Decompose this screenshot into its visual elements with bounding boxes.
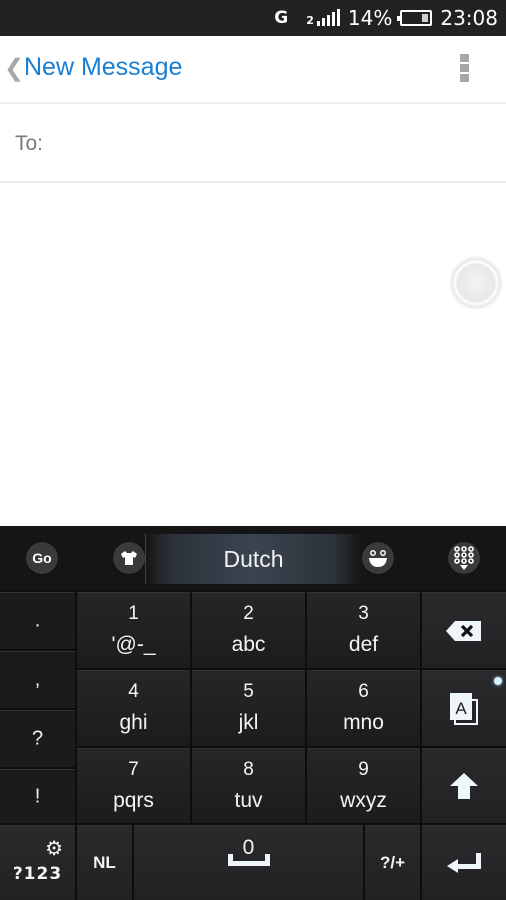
signal-icon: 2	[306, 9, 340, 26]
shift-key[interactable]	[422, 748, 506, 823]
space-key[interactable]: 0	[134, 825, 363, 900]
clock: 23:08	[440, 6, 498, 30]
page-title[interactable]: New Message	[24, 53, 182, 82]
key-1[interactable]: 1 '@-_	[77, 592, 190, 668]
key-period[interactable]: .	[0, 592, 75, 649]
emoji-icon[interactable]	[362, 542, 394, 574]
keyboard-layout-icon[interactable]	[448, 542, 480, 574]
key-exclamation[interactable]: !	[0, 769, 75, 823]
language-label: Dutch	[223, 546, 284, 572]
symbols-key[interactable]: ⚙ ?123	[0, 825, 75, 900]
network-type: G	[274, 8, 289, 28]
language-selector[interactable]: Dutch	[145, 534, 361, 584]
language-key[interactable]: NL	[77, 825, 132, 900]
battery-percent: 14%	[347, 6, 393, 30]
key-7[interactable]: 7 pqrs	[77, 748, 190, 823]
status-bar: G 2 14% 23:08	[0, 0, 506, 36]
settings-gear-icon: ⚙	[45, 838, 63, 860]
key-3[interactable]: 3 def	[307, 592, 420, 668]
shift-arrow-icon	[450, 773, 478, 799]
key-question[interactable]: ?	[0, 710, 75, 767]
indicator-dot	[494, 677, 502, 685]
key-comma[interactable]: ,	[0, 651, 75, 708]
key-8[interactable]: 8 tuv	[192, 748, 305, 823]
theme-shirt-icon[interactable]	[113, 542, 145, 574]
go-keyboard-icon[interactable]: Go	[26, 542, 58, 574]
key-5[interactable]: 5 jkl	[192, 670, 305, 746]
space-bar-icon	[227, 854, 270, 866]
svg-text:A: A	[455, 699, 467, 718]
enter-key[interactable]	[422, 825, 506, 900]
backspace-icon	[446, 620, 481, 641]
text-select-icon: A	[450, 692, 478, 725]
text-edit-key[interactable]: A	[422, 670, 506, 746]
recipient-field[interactable]: To:	[0, 103, 506, 183]
to-label: To:	[15, 132, 44, 155]
backspace-key[interactable]	[422, 592, 506, 668]
key-2[interactable]: 2 abc	[192, 592, 305, 668]
app-bar: ❮ New Message	[0, 36, 506, 104]
enter-icon	[447, 853, 481, 873]
overflow-menu-icon[interactable]	[460, 54, 470, 84]
keyboard: Go Dutch . , ? ! 1 '@-_ 2 abc 3 def 4 ghi 5j…	[0, 526, 506, 900]
chevron-left-icon[interactable]: ❮	[4, 54, 24, 83]
assistive-touch-button[interactable]	[452, 259, 500, 307]
key-4[interactable]: 4 ghi	[77, 670, 190, 746]
battery-icon	[397, 10, 433, 26]
symbols-plus-key[interactable]: ?/+	[365, 825, 420, 900]
key-9[interactable]: 9 wxyz	[307, 748, 420, 823]
key-6[interactable]: 6 mno	[307, 670, 420, 746]
keyboard-toolbar: Go Dutch	[0, 526, 506, 590]
